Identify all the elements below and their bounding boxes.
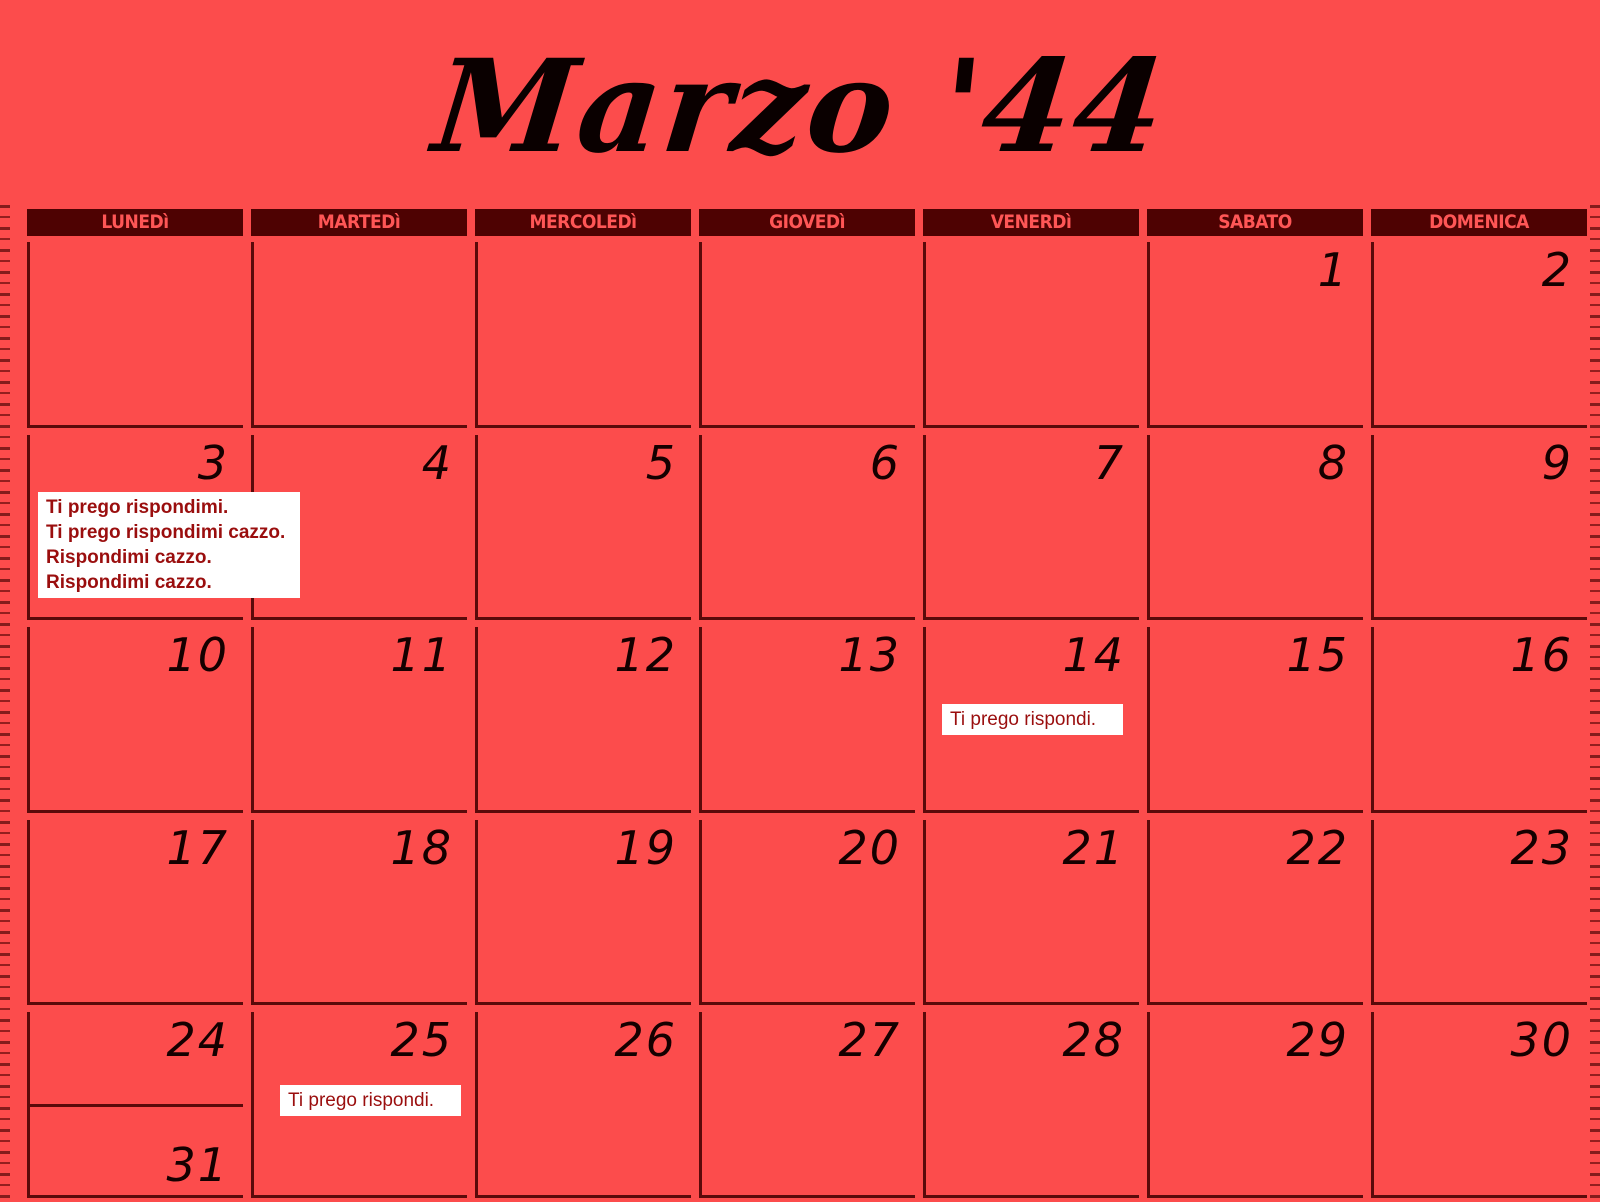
day-number: 1 bbox=[1317, 243, 1349, 297]
day-cell-2: 2 bbox=[1371, 242, 1587, 428]
day-cell-13: 13 bbox=[699, 627, 915, 813]
note-line: Ti prego rispondimi. bbox=[46, 497, 229, 518]
day-number: 14 bbox=[1062, 628, 1125, 683]
day-number: 13 bbox=[838, 628, 901, 683]
day-number: 8 bbox=[1317, 435, 1349, 490]
day-number: 27 bbox=[838, 1013, 901, 1068]
day-cell-21: 21 bbox=[923, 819, 1139, 1006]
day-number: 5 bbox=[645, 435, 677, 490]
day-number: 24 bbox=[166, 1013, 229, 1068]
day-number: 6 bbox=[869, 435, 901, 490]
day-number: 11 bbox=[390, 628, 453, 683]
calendar-title: Marzo '44 bbox=[427, 32, 1173, 182]
day-cell-16: 16 bbox=[1371, 627, 1587, 813]
day-cell-17: 17 bbox=[27, 819, 243, 1006]
day-cell-12: 12 bbox=[475, 627, 691, 813]
day-number: 17 bbox=[166, 820, 229, 875]
day-cell-1: 1 bbox=[1147, 242, 1363, 428]
day-cell-19: 19 bbox=[475, 819, 691, 1006]
day-cell-11: 11 bbox=[251, 627, 467, 813]
day-cell-15: 15 bbox=[1147, 627, 1363, 813]
day-cell-empty bbox=[923, 242, 1139, 428]
note-line: Ti prego rispondimi cazzo. bbox=[46, 522, 286, 543]
day-number: 26 bbox=[614, 1013, 677, 1068]
day-number: 10 bbox=[166, 628, 229, 683]
right-torn-edge bbox=[1590, 205, 1600, 1202]
day-cell-28: 28 bbox=[923, 1012, 1139, 1198]
day-number: 3 bbox=[197, 435, 229, 490]
day-cell-24-31: 24 31 bbox=[27, 1012, 243, 1198]
left-torn-edge bbox=[0, 205, 10, 1202]
day-cell-5: 5 bbox=[475, 434, 691, 621]
day-cell-29: 29 bbox=[1147, 1012, 1363, 1198]
day-cell-empty bbox=[251, 242, 467, 428]
note-line: Ti prego rispondi. bbox=[288, 1090, 435, 1111]
day-cell-6: 6 bbox=[699, 434, 915, 621]
day-cell-20: 20 bbox=[699, 819, 915, 1006]
weekday-friday: VENERDì bbox=[923, 209, 1139, 236]
day-number: 31 bbox=[166, 1138, 229, 1192]
day-number: 25 bbox=[390, 1013, 453, 1068]
weekday-tuesday: MARTEDì bbox=[251, 209, 467, 236]
day-number: 28 bbox=[1062, 1013, 1125, 1068]
day-cell-9: 9 bbox=[1371, 434, 1587, 621]
day-number: 9 bbox=[1541, 435, 1573, 490]
day-cell-10: 10 bbox=[27, 627, 243, 813]
day-number: 18 bbox=[390, 820, 453, 875]
day-cell-empty bbox=[475, 242, 691, 428]
day-cell-30: 30 bbox=[1371, 1012, 1587, 1198]
note-march-3: Ti prego rispondimi. Ti prego rispondimi… bbox=[38, 492, 300, 598]
day-number: 2 bbox=[1541, 243, 1573, 297]
day-number: 20 bbox=[838, 820, 901, 875]
day-cell-23: 23 bbox=[1371, 819, 1587, 1006]
weekday-thursday: GIOVEDì bbox=[699, 209, 915, 236]
note-march-14: Ti prego rispondi. bbox=[942, 704, 1123, 735]
day-cell-27: 27 bbox=[699, 1012, 915, 1198]
day-number: 19 bbox=[614, 820, 677, 875]
note-march-25: Ti prego rispondi. bbox=[280, 1085, 461, 1116]
note-line: Ti prego rispondi. bbox=[950, 709, 1097, 730]
day-number: 12 bbox=[614, 628, 677, 683]
day-cell-26: 26 bbox=[475, 1012, 691, 1198]
day-cell-8: 8 bbox=[1147, 434, 1363, 621]
day-number: 15 bbox=[1286, 628, 1349, 683]
day-cell-empty bbox=[699, 242, 915, 428]
day-number: 21 bbox=[1062, 820, 1125, 875]
weekday-saturday: SABATO bbox=[1147, 209, 1363, 236]
day-number: 22 bbox=[1286, 820, 1349, 875]
calendar-grid: 1 2 3 4 5 6 7 8 9 10 11 12 13 14 15 16 1… bbox=[27, 242, 1587, 1198]
weekday-header-row: LUNEDì MARTEDì MERCOLEDì GIOVEDì VENERDì… bbox=[27, 209, 1587, 236]
day-cell-22: 22 bbox=[1147, 819, 1363, 1006]
day-number: 30 bbox=[1510, 1013, 1573, 1068]
day-number: 29 bbox=[1286, 1013, 1349, 1068]
day-cell-7: 7 bbox=[923, 434, 1139, 621]
day-cell-empty bbox=[27, 242, 243, 428]
weekday-sunday: DOMENICA bbox=[1371, 209, 1587, 236]
weekday-monday: LUNEDì bbox=[27, 209, 243, 236]
day-cell-18: 18 bbox=[251, 819, 467, 1006]
note-line: Rispondimi cazzo. bbox=[46, 547, 212, 568]
day-number: 7 bbox=[1093, 435, 1125, 490]
weekday-wednesday: MERCOLEDì bbox=[475, 209, 691, 236]
note-line: Rispondimi cazzo. bbox=[46, 572, 212, 593]
day-number: 4 bbox=[421, 435, 453, 490]
day-number: 23 bbox=[1510, 820, 1573, 875]
day-number: 16 bbox=[1510, 628, 1573, 683]
split-divider bbox=[30, 1103, 243, 1107]
